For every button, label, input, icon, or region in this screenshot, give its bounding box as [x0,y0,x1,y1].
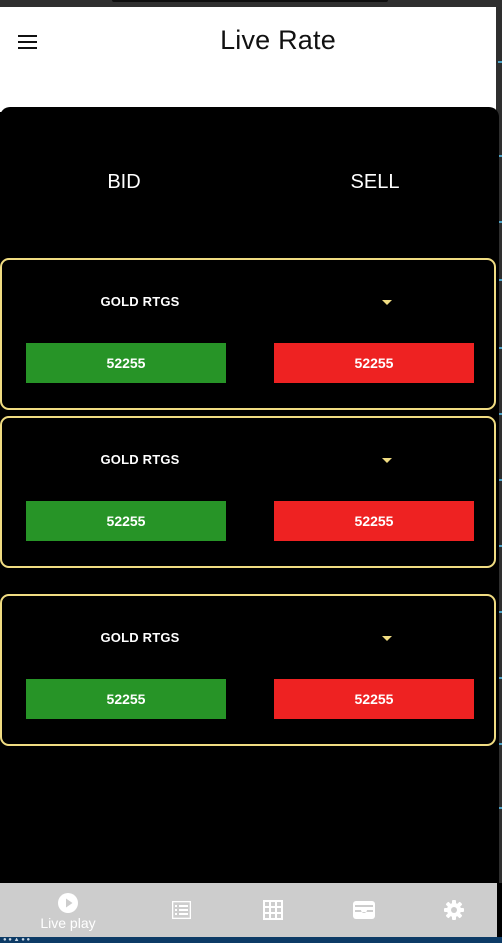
sell-value: 52255 [274,501,474,541]
caret-down-icon[interactable] [382,636,392,641]
system-status-icons: ● ● ▲ ● ● [3,938,31,943]
rate-card[interactable]: GOLD RTGS 52255 52255 [0,416,496,568]
caret-down-icon[interactable] [382,458,392,463]
rate-name: GOLD RTGS [100,630,180,645]
sell-value: 52255 [274,343,474,383]
gear-icon [444,900,464,920]
status-bar-top [0,0,502,7]
nav-live-play-label: Live play [40,915,96,931]
nav-grid[interactable] [227,883,317,937]
app-bar: Live Rate [0,7,496,112]
sell-column-header: SELL [350,171,400,193]
page-title: Live Rate [220,25,336,55]
nav-settings[interactable] [409,883,499,937]
bottom-navigation: Live play [0,883,497,937]
nav-wallet[interactable] [318,883,408,937]
sell-value: 52255 [274,679,474,719]
bid-value: 52255 [26,501,226,541]
play-circle-icon [58,893,78,913]
nav-live-play[interactable]: Live play [0,883,136,937]
nav-list[interactable] [136,883,226,937]
wallet-icon [353,901,375,919]
grid-icon [263,900,283,920]
rate-card[interactable]: GOLD RTGS 52255 52255 [0,594,496,746]
bid-value: 52255 [26,343,226,383]
rate-card[interactable]: GOLD RTGS 52255 52255 [0,258,496,410]
caret-down-icon[interactable] [382,300,392,305]
list-icon [172,901,191,919]
screen: Live Rate BID SELL GOLD RTGS 52255 52255… [0,0,502,943]
rate-name: GOLD RTGS [100,294,180,309]
bid-column-header: BID [107,171,141,193]
bid-value: 52255 [26,679,226,719]
rate-name: GOLD RTGS [100,452,180,467]
